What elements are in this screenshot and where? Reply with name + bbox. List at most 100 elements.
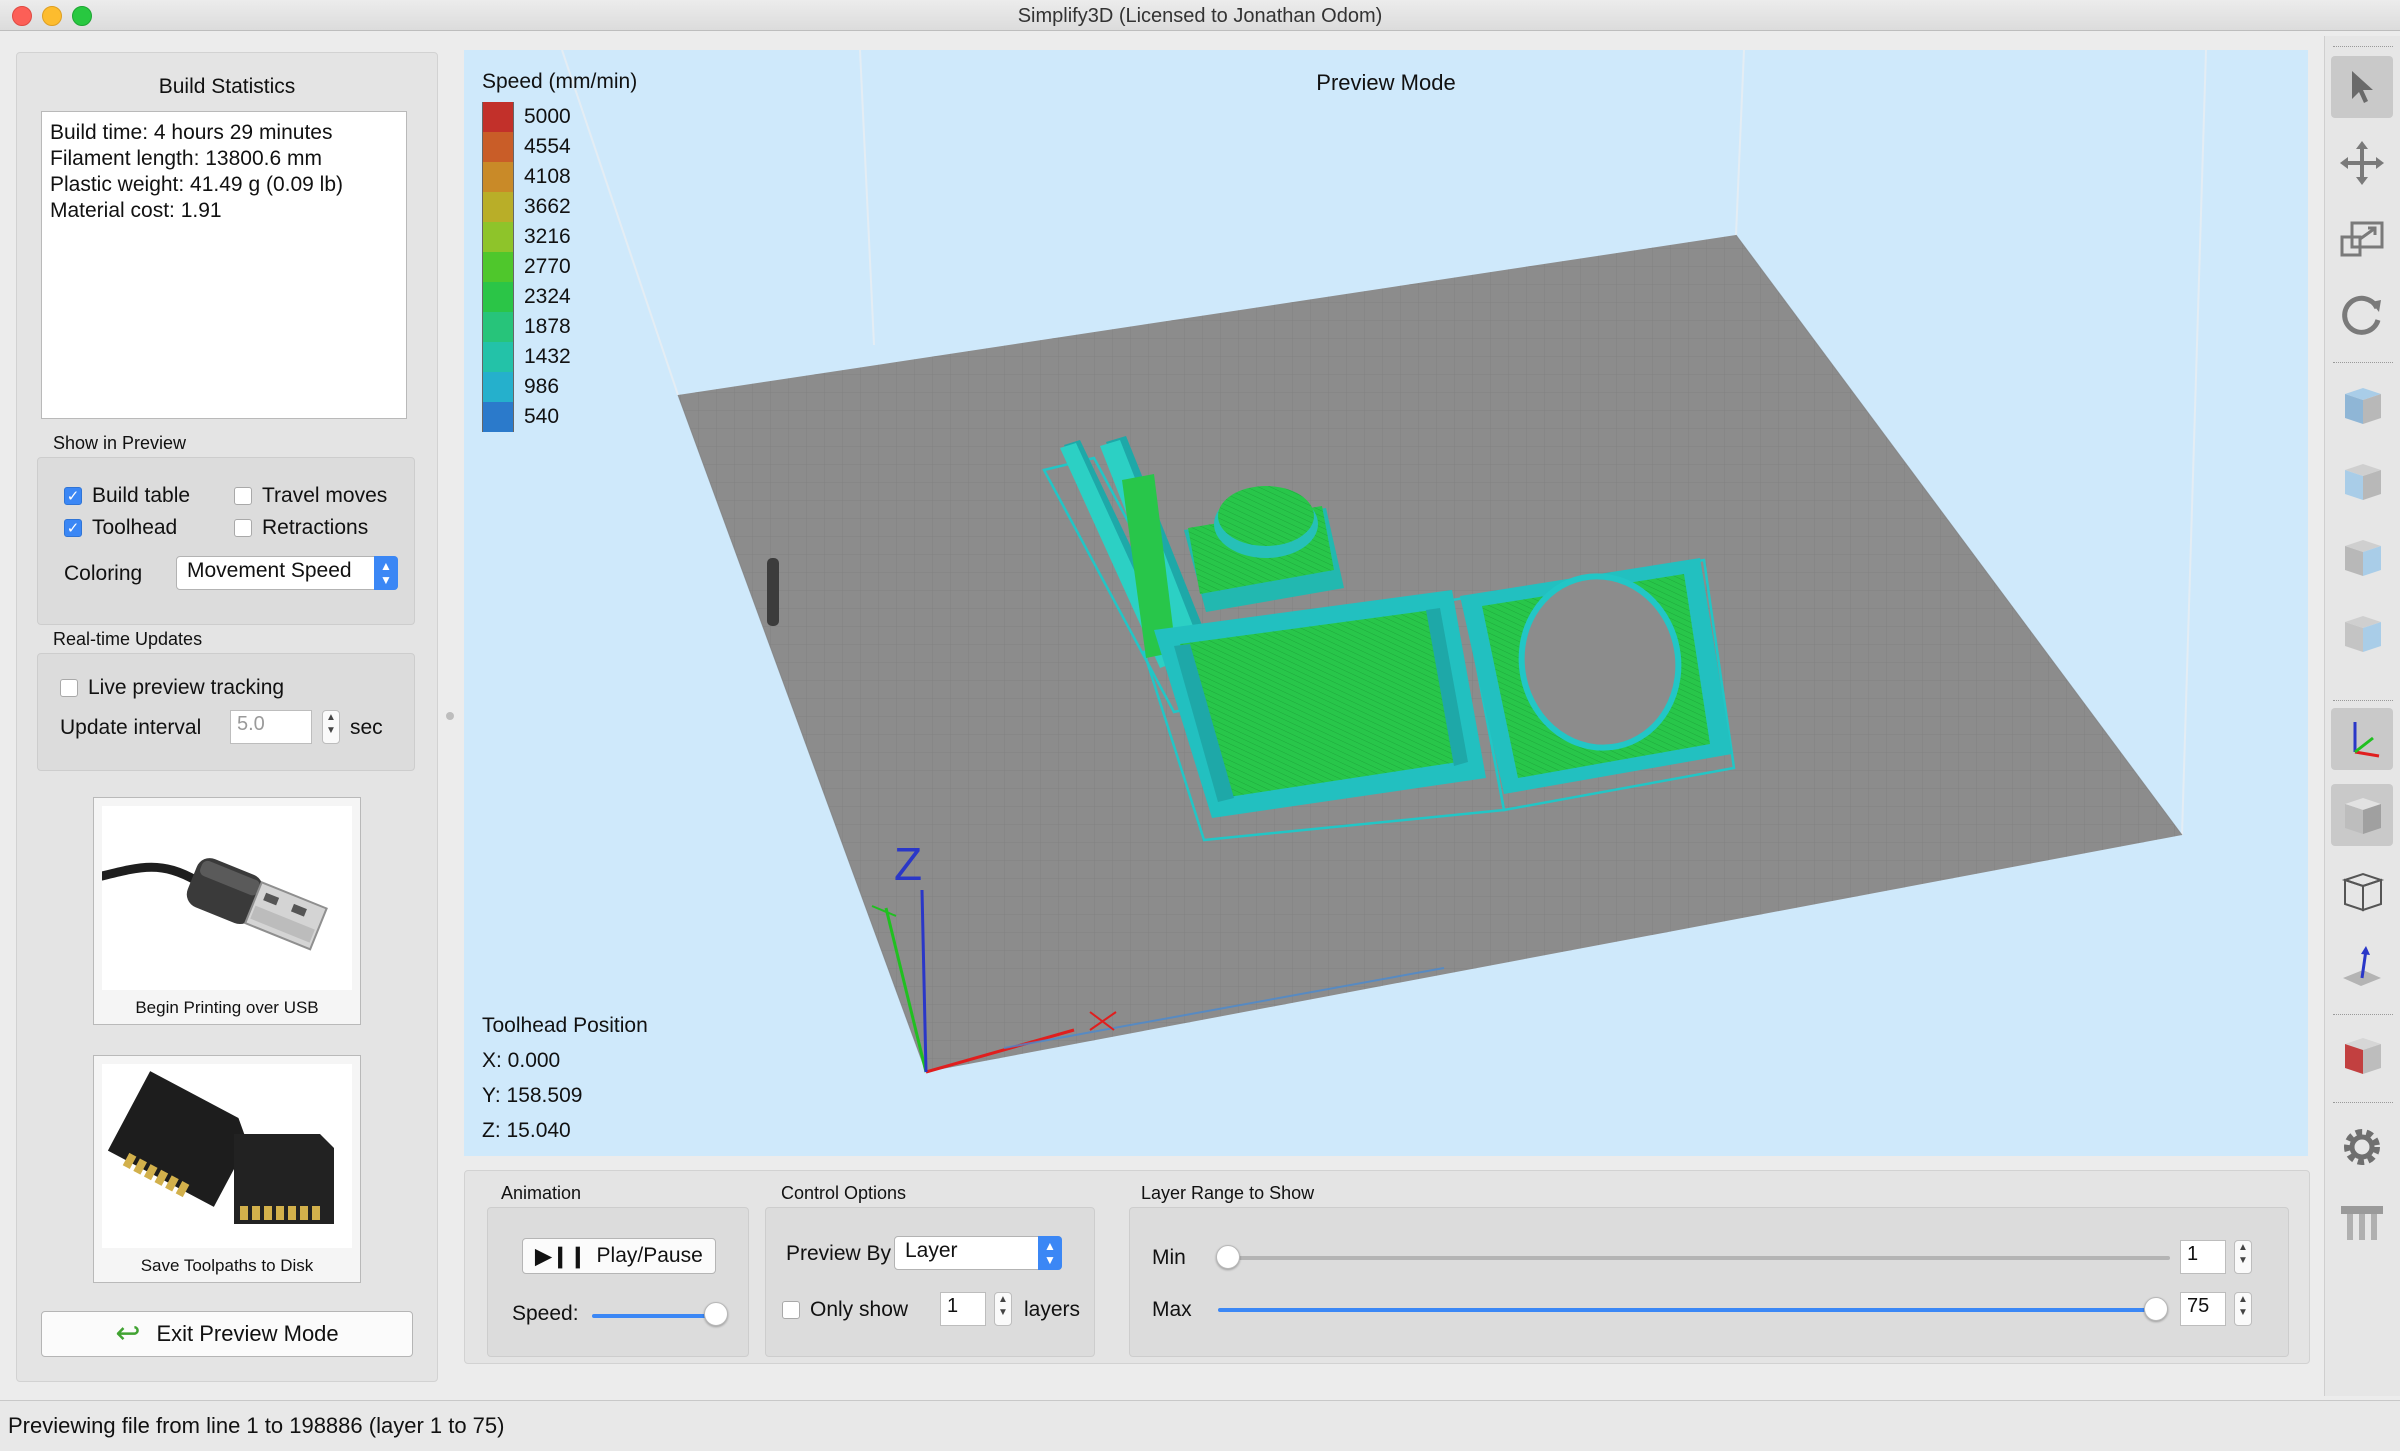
live-preview-checkbox[interactable]: Live preview tracking [60,676,284,700]
build-time-line: Build time: 4 hours 29 minutes [50,121,333,144]
view-front-icon[interactable] [2331,450,2393,512]
min-layer-stepper[interactable]: ▲ ▼ [2234,1240,2252,1274]
chevron-updown-icon: ▲ ▼ [1038,1236,1062,1270]
coloring-select[interactable]: Movement Speed ▲ ▼ [176,556,398,590]
bottom-controls-panel: Animation ▶❙❙ Play/Pause Speed: Control … [464,1170,2310,1364]
coloring-value: Movement Speed [187,559,352,582]
legend-entry: 986 [482,372,571,402]
legend-value: 3662 [524,195,571,218]
only-show-stepper[interactable]: ▲ ▼ [994,1292,1012,1326]
toolhead-z: Z: 15.040 [482,1119,571,1142]
exit-preview-mode-button[interactable]: ↩ Exit Preview Mode [41,1311,413,1357]
normals-icon[interactable] [2331,936,2393,998]
disk-button-caption: Save Toolpaths to Disk [140,1256,314,1275]
window-title: Simplify3D (Licensed to Jonathan Odom) [1017,5,1383,27]
update-interval-input[interactable]: 5.0 [230,710,312,744]
legend-entry: 1432 [482,342,571,372]
save-toolpaths-disk-button[interactable]: Save Toolpaths to Disk [93,1055,361,1283]
build-statistics-title: Build Statistics [158,75,296,98]
speed-legend: 5000 4554 4108 3662 3216 2770 2324 1878 1432 986 5… [482,102,571,432]
legend-swatch [482,132,514,162]
view-left-icon[interactable] [2331,526,2393,588]
toolhead-y: Y: 158.509 [482,1084,583,1107]
panel-splitter-handle[interactable] [446,712,454,720]
min-label: Min [1152,1246,1186,1269]
axes-icon[interactable] [2331,708,2393,770]
min-layer-slider-knob[interactable] [1216,1245,1240,1269]
rotate-icon[interactable] [2331,284,2393,346]
animation-group: ▶❙❙ Play/Pause Speed: [487,1207,749,1357]
move-icon[interactable] [2331,132,2393,194]
toolhead-checkbox[interactable]: ✓ Toolhead [64,516,177,540]
legend-value: 540 [524,405,560,428]
toolhead-label: Toolhead [92,516,178,539]
solid-view-icon[interactable] [2331,784,2393,846]
max-label: Max [1152,1298,1192,1321]
checkbox-box [234,487,252,505]
back-arrow-icon: ↩ [115,1317,141,1350]
select-arrow-icon[interactable] [2331,56,2393,118]
view-right-icon[interactable] [2331,602,2393,664]
only-show-layers-input[interactable]: 1 [940,1292,986,1326]
show-in-preview-group: ✓ Build table Travel moves ✓ Toolhead Re… [37,457,415,625]
title-bar: Simplify3D (Licensed to Jonathan Odom) [0,0,2400,31]
settings-gear-icon[interactable] [2331,1116,2393,1178]
preview-by-select[interactable]: Layer ▲ ▼ [894,1236,1062,1270]
toolbar-separator [2333,700,2393,701]
show-in-preview-label: Show in Preview [53,433,187,453]
realtime-updates-group: Live preview tracking Update interval 5.… [37,653,415,771]
preview-by-value: Layer [905,1239,958,1262]
legend-swatch [482,252,514,282]
legend-swatch [482,342,514,372]
travel-moves-checkbox[interactable]: Travel moves [234,484,387,508]
status-bar: Previewing file from line 1 to 198886 (l… [0,1400,2400,1451]
material-cost-line: Material cost: 1.91 [50,199,222,222]
max-layer-input[interactable]: 75 [2180,1292,2226,1326]
realtime-updates-label: Real-time Updates [53,629,203,649]
scale-icon[interactable] [2331,208,2393,270]
legend-entry: 2770 [482,252,571,282]
sec-unit-label: sec [350,716,383,739]
play-pause-button[interactable]: ▶❙❙ Play/Pause [522,1238,716,1274]
build-statistics-box: Build time: 4 hours 29 minutes Filament … [41,111,407,419]
speed-label: Speed: [512,1302,579,1325]
legend-entry: 1878 [482,312,571,342]
legend-value: 3216 [524,225,571,248]
speed-legend-title: Speed (mm/min) [482,70,638,93]
begin-printing-usb-button[interactable]: Begin Printing over USB [93,797,361,1025]
toolbar-separator [2333,46,2393,47]
wireframe-view-icon[interactable] [2331,860,2393,922]
sd-card-image [102,1064,352,1248]
build-table-checkbox[interactable]: ✓ Build table [64,484,190,508]
max-layer-slider[interactable] [1218,1308,2154,1312]
retractions-checkbox[interactable]: Retractions [234,516,368,540]
cross-section-icon[interactable] [2331,1024,2393,1086]
play-pause-icon: ▶❙❙ [535,1244,587,1268]
layer-range-label: Layer Range to Show [1141,1183,1315,1203]
filament-length-line: Filament length: 13800.6 mm [50,147,322,170]
min-layer-slider[interactable] [1226,1256,2170,1260]
only-show-checkbox[interactable]: Only show [782,1298,908,1322]
preview-by-label: Preview By [786,1242,892,1265]
update-interval-stepper[interactable]: ▲ ▼ [322,710,340,744]
legend-entry: 3662 [482,192,571,222]
legend-swatch [482,402,514,432]
supports-icon[interactable] [2331,1192,2393,1254]
max-layer-stepper[interactable]: ▲ ▼ [2234,1292,2252,1326]
legend-value: 1878 [524,315,571,338]
chevron-updown-icon: ▲ ▼ [374,556,398,590]
toolhead-x: X: 0.000 [482,1049,561,1072]
legend-swatch [482,222,514,252]
legend-entry: 3216 [482,222,571,252]
max-layer-slider-knob[interactable] [2144,1297,2168,1321]
layers-label: layers [1024,1298,1081,1321]
legend-value: 4554 [524,135,571,158]
legend-swatch [482,282,514,312]
speed-slider[interactable] [592,1314,716,1318]
checkbox-box [60,679,78,697]
toolhead-position-title: Toolhead Position [482,1014,648,1037]
speed-slider-knob[interactable] [704,1302,728,1326]
min-layer-input[interactable]: 1 [2180,1240,2226,1274]
3d-preview-viewport[interactable]: Z Preview Mode Speed (mm/min) 5000 4554 41… [464,50,2308,1156]
view-top-icon[interactable] [2331,374,2393,436]
